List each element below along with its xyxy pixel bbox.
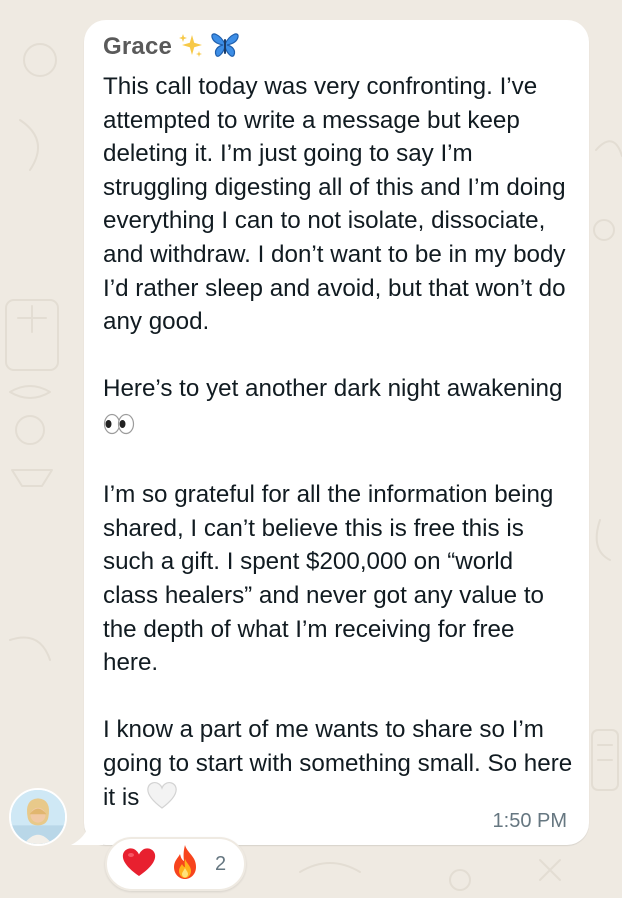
message-paragraph: I’m so grateful for all the information … xyxy=(103,481,561,677)
message-paragraph: This call today was very confronting. I’… xyxy=(103,73,573,336)
eyes-icon xyxy=(103,411,135,445)
fire-icon xyxy=(169,844,201,885)
sparkles-icon xyxy=(178,32,204,63)
butterfly-icon xyxy=(210,31,240,64)
message-paragraph: Here’s to yet another dark night awakeni… xyxy=(103,375,563,403)
white-heart-icon xyxy=(146,780,178,820)
sender-avatar[interactable] xyxy=(9,788,67,846)
bubble-tail xyxy=(71,812,103,845)
message-bubble[interactable]: Grace This call today was very confronti… xyxy=(84,20,589,845)
sender-name[interactable]: Grace xyxy=(103,33,172,61)
reactions-pill[interactable]: 2 xyxy=(105,837,247,891)
reaction-count: 2 xyxy=(215,852,227,875)
message-timestamp: 1:50 PM xyxy=(492,810,567,832)
message-text[interactable]: This call today was very confronting. I’… xyxy=(103,70,573,820)
sender-row: Grace xyxy=(103,32,240,62)
red-heart-icon xyxy=(121,846,157,883)
